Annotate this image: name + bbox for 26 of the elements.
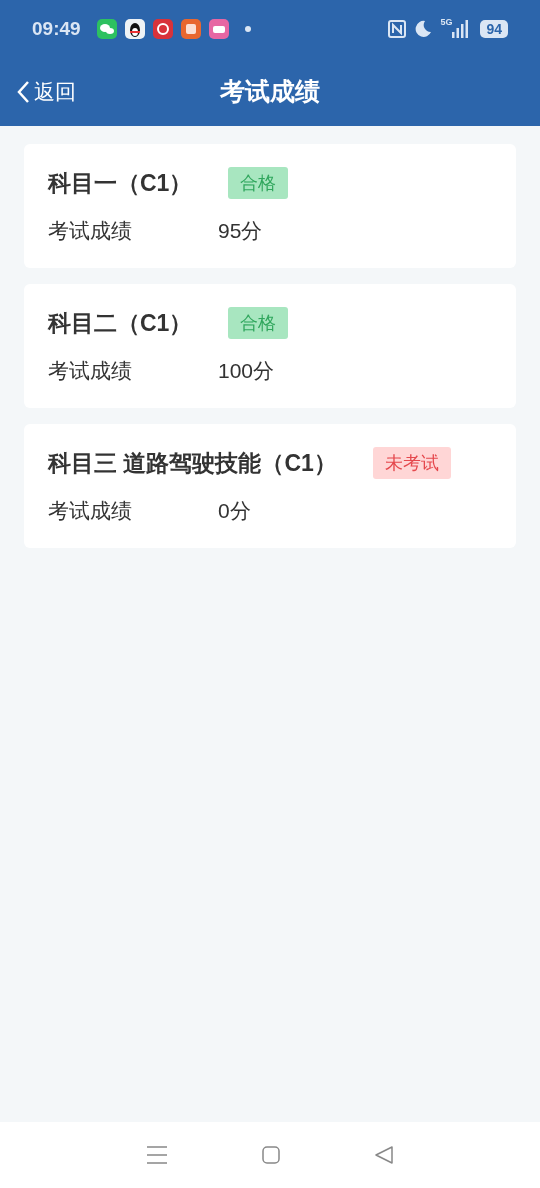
chat-app-icon	[96, 19, 117, 39]
score-label: 考试成绩	[48, 497, 133, 524]
status-badge: 合格	[228, 167, 289, 200]
moon-icon	[414, 20, 433, 38]
battery-indicator: 94	[480, 20, 508, 38]
notification-dot-icon	[244, 26, 251, 32]
status-badge: 合格	[228, 307, 289, 340]
subject-title: 科目三 道路驾驶技能（C1）	[48, 449, 337, 478]
menu-icon[interactable]	[147, 1146, 168, 1164]
page-title: 考试成绩	[220, 76, 320, 108]
score-value: 100分	[218, 357, 275, 384]
chevron-left-icon	[16, 80, 30, 104]
signal-icon	[452, 20, 469, 38]
status-badge: 未考试	[372, 447, 451, 480]
subject-title: 科目二（C1）	[48, 309, 193, 338]
home-icon[interactable]	[262, 1146, 280, 1164]
score-label: 考试成绩	[48, 217, 133, 244]
back-nav-icon[interactable]	[374, 1146, 393, 1164]
score-value: 0分	[218, 497, 251, 524]
network-label: 5G	[440, 16, 453, 29]
score-value: 95分	[218, 217, 263, 244]
nfc-icon	[388, 20, 407, 38]
score-label: 考试成绩	[48, 357, 133, 384]
subject-title: 科目一（C1）	[48, 169, 193, 198]
back-button[interactable]: 返回	[16, 76, 76, 108]
status-time: 09:49	[32, 16, 81, 41]
